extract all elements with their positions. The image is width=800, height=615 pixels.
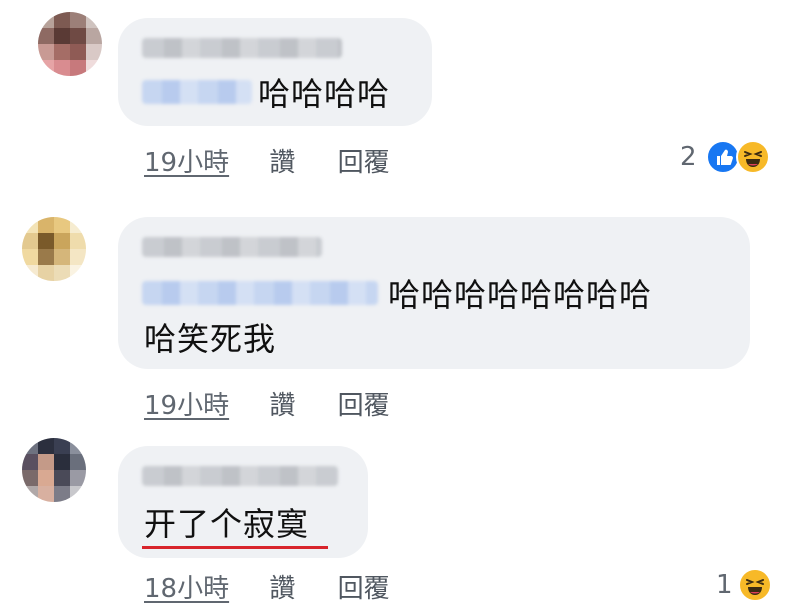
highlight-underline — [142, 546, 328, 549]
comment-text-line-2: 哈笑死我 — [144, 320, 277, 358]
comment-1: 哈哈哈哈 19小時 讚 回覆 2 — [0, 0, 800, 190]
like-link[interactable]: 讚 — [269, 391, 295, 421]
comment-2: 哈哈哈哈哈哈哈哈 哈笑死我 19小時 讚 回覆 — [0, 195, 800, 430]
timestamp-link[interactable]: 18小時 — [144, 574, 229, 604]
mention-blurred[interactable] — [142, 281, 378, 305]
mention-blurred[interactable] — [142, 80, 252, 104]
reply-link[interactable]: 回覆 — [338, 148, 390, 178]
comment-bubble: 哈哈哈哈哈哈哈哈 哈笑死我 — [118, 217, 750, 369]
haha-icon — [738, 568, 772, 602]
comment-text: 开了个寂寞 — [144, 505, 310, 543]
comment-3: 开了个寂寞 18小時 讚 回覆 1 — [0, 430, 800, 615]
haha-icon — [736, 140, 770, 174]
comment-actions: 19小時 讚 回覆 — [144, 385, 390, 422]
timestamp-link[interactable]: 19小時 — [144, 148, 229, 178]
reactions-summary[interactable]: 1 — [716, 566, 790, 606]
timestamp-link[interactable]: 19小時 — [144, 391, 229, 421]
author-name-blurred[interactable] — [142, 38, 342, 58]
reply-link[interactable]: 回覆 — [338, 574, 390, 604]
avatar[interactable] — [22, 217, 86, 281]
comment-text-line-1: 哈哈哈哈哈哈哈哈 — [388, 276, 653, 314]
reaction-count: 2 — [680, 142, 697, 172]
comment-actions: 19小時 讚 回覆 — [144, 142, 390, 179]
avatar[interactable] — [38, 12, 102, 76]
reactions-summary[interactable]: 2 — [680, 138, 790, 178]
comment-bubble: 哈哈哈哈 — [118, 18, 432, 126]
reply-link[interactable]: 回覆 — [338, 391, 390, 421]
comment-bubble: 开了个寂寞 — [118, 446, 368, 558]
author-name-blurred[interactable] — [142, 237, 322, 257]
like-icon — [706, 140, 740, 174]
avatar[interactable] — [22, 438, 86, 502]
comment-actions: 18小時 讚 回覆 — [144, 568, 390, 605]
comment-text: 哈哈哈哈 — [258, 75, 391, 113]
author-name-blurred[interactable] — [142, 466, 338, 486]
reaction-count: 1 — [716, 570, 733, 600]
like-link[interactable]: 讚 — [269, 574, 295, 604]
like-link[interactable]: 讚 — [269, 148, 295, 178]
